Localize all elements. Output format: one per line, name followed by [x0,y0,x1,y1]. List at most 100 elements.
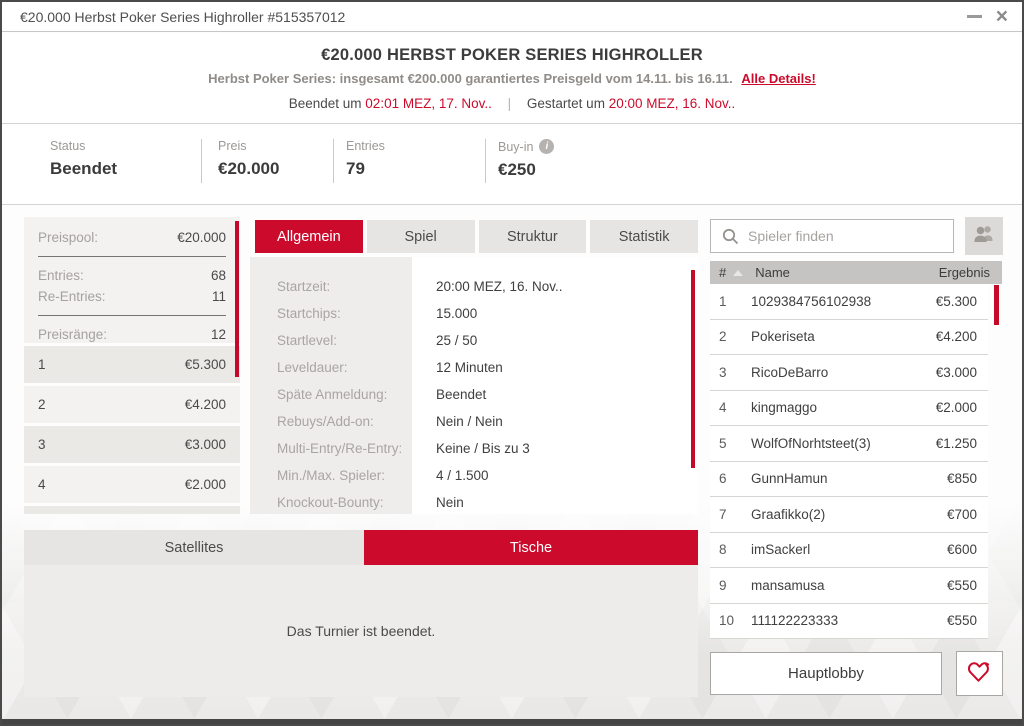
stats-row: Status Beendet Preis €20.000 Entries 79 … [2,124,1022,205]
player-row[interactable]: 2 Pokeriseta €4.200 [710,320,988,355]
info-tab[interactable]: Statistik [590,220,698,253]
player-row[interactable]: 3 RicoDeBarro €3.000 [710,355,988,391]
player-row[interactable]: 8 imSackerl €600 [710,533,988,568]
detail-row: Startchips: 15.000 [250,300,698,327]
prize-place-row[interactable]: 2 €4.200 [24,386,240,423]
player-rank: 1 [719,293,727,309]
players-list-button[interactable] [965,217,1003,255]
player-result: €600 [946,542,977,558]
prize-places-list: 1 €5.300 2 €4.200 3 €3.000 4 €2.000 [24,346,240,503]
player-name: kingmaggo [751,400,818,416]
tab-tische[interactable]: Tische [364,530,698,565]
close-icon[interactable]: × [996,6,1008,27]
stat-buyin-value: €250 [498,160,536,179]
player-rank: 8 [719,542,727,558]
result-column-header[interactable]: Ergebnis [939,265,1002,280]
detail-label: Rebuys/Add-on: [277,414,374,429]
prize-place-amount: €2.000 [184,477,226,492]
search-input[interactable] [748,220,953,252]
name-column-header[interactable]: Name [755,265,790,280]
player-result: €1.250 [935,435,977,451]
detail-label: Startlevel: [277,333,338,348]
player-name: imSackerl [751,542,811,558]
player-row[interactable]: 9 mansamusa €550 [710,568,988,604]
detail-label: Leveldauer: [277,360,348,375]
player-row[interactable]: 4 kingmaggo €2.000 [710,391,988,426]
detail-value: Nein [436,495,464,510]
prizepool-row: Preispool: €20.000 [38,227,226,248]
tab-satellites[interactable]: Satellites [24,530,364,565]
player-row[interactable]: 1 1029384756102938 €5.300 [710,284,988,320]
prizepool-value: €20.000 [177,230,226,245]
player-name: Graafikko(2) [751,506,826,522]
divider [38,256,226,257]
prize-place-row[interactable]: 4 €2.000 [24,466,240,503]
stat-buyin-label-text: Buy-in [498,140,534,154]
reentries-row: Re-Entries: 11 [38,286,226,307]
entries-row: Entries: 68 [38,265,226,286]
scrollbar-thumb[interactable] [994,285,999,325]
info-tab-label: Struktur [506,228,558,245]
reentries-value: 11 [211,289,226,304]
preisraenge-row: Preisränge: 12 [38,324,226,345]
info-tab[interactable]: Allgemein [255,220,363,253]
stat-entries-label: Entries [346,139,385,153]
detail-row: Rebuys/Add-on: Nein / Nein [250,408,698,435]
favorite-button[interactable] [956,651,1003,696]
detail-row: Min./Max. Spieler: 4 / 1.500 [250,462,698,489]
rank-column-header[interactable]: # [710,265,726,280]
players-table-header: # Name Ergebnis [710,261,1002,284]
player-rank: 4 [719,400,727,416]
started-label: Gestartet um [526,96,605,111]
info-tab-label: Spiel [404,228,437,245]
tournament-lobby-window: €20.000 Herbst Poker Series Highroller #… [0,0,1024,726]
player-rank: 9 [719,577,727,593]
scrollbar-thumb[interactable] [235,221,239,377]
prize-place-row[interactable]: 3 €3.000 [24,426,240,463]
player-name: GunnHamun [751,471,828,487]
tables-panel: Das Turnier ist beendet. [24,565,698,697]
player-name: RicoDeBarro [751,364,829,380]
player-rank: 5 [719,435,727,451]
all-details-link[interactable]: Alle Details! [741,71,815,86]
detail-row: Startlevel: 25 / 50 [250,327,698,354]
players-table: 1 1029384756102938 €5.300 2 Pokeriseta €… [710,284,988,639]
minimize-icon[interactable] [966,15,982,18]
info-tab[interactable]: Struktur [478,220,587,253]
detail-value: Nein / Nein [436,414,503,429]
player-search-box [710,219,954,253]
sort-ascending-icon[interactable] [733,269,744,276]
stat-preis-value: €20.000 [218,159,280,178]
scrollbar-thumb[interactable] [691,270,695,468]
prize-place-rank: 3 [38,437,46,452]
divider [38,315,226,316]
player-name: 1029384756102938 [751,293,872,309]
player-row[interactable]: 10 111122223333 €550 [710,604,988,639]
details-panel: Startzeit: 20:00 MEZ, 16. Nov.. Startchi… [250,257,698,514]
info-icon[interactable]: i [539,139,555,154]
tournament-times: Beendet um 02:01 MEZ, 17. Nov.. | Gestar… [2,96,1022,111]
stat-preis-label: Preis [218,139,247,153]
prize-place-rank: 1 [38,357,46,372]
window-title: €20.000 Herbst Poker Series Highroller #… [20,8,346,25]
detail-label: Startzeit: [277,279,331,294]
prize-place-rank: 4 [38,477,46,492]
detail-value: Keine / Bis zu 3 [436,441,530,456]
search-icon [722,228,739,245]
stat-status: Status Beendet [50,139,117,179]
prize-summary: Preispool: €20.000 Entries: 68 Re-Entrie… [24,217,240,343]
detail-value: 20:00 MEZ, 16. Nov.. [436,279,563,294]
series-subtitle-text: Herbst Poker Series: insgesamt €200.000 … [208,71,733,86]
entries-value: 68 [210,268,226,283]
info-tab[interactable]: Spiel [366,220,475,253]
detail-label: Knockout-Bounty: [277,495,384,510]
player-row[interactable]: 5 WolfOfNorhtsteet(3) €1.250 [710,426,988,462]
window-bottom-border [2,719,1022,724]
player-row[interactable]: 7 Graafikko(2) €700 [710,497,988,533]
player-row[interactable]: 6 GunnHamun €850 [710,462,988,497]
time-separator: | [507,96,512,111]
prize-place-row[interactable]: 1 €5.300 [24,346,240,383]
prize-panel: Preispool: €20.000 Entries: 68 Re-Entrie… [24,217,240,514]
hauptlobby-button[interactable]: Hauptlobby [710,652,942,695]
stat-divider [333,139,334,183]
